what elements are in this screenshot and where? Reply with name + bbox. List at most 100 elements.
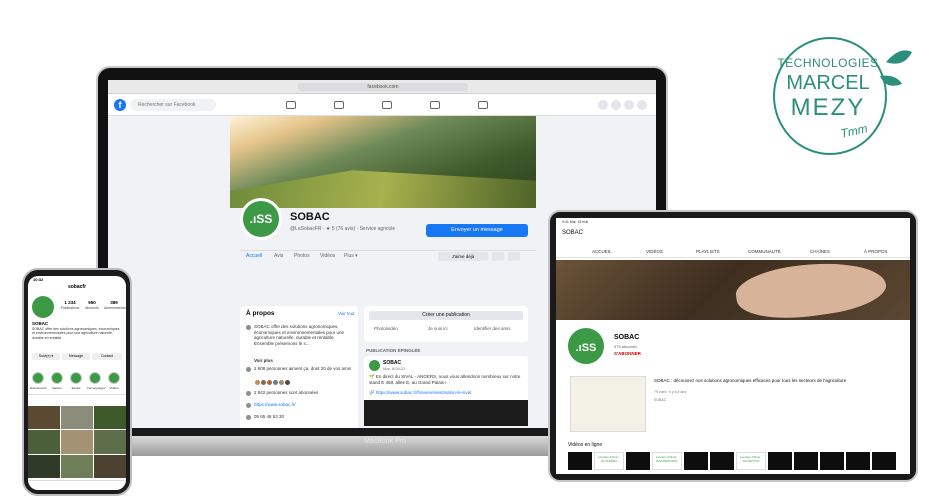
like-button[interactable]: J'aime déjà (438, 252, 488, 261)
about-see-all-link[interactable]: Voir tout (338, 311, 355, 316)
status-bar: 9:41 Mar. 18 mai (556, 218, 910, 226)
video-thumbnail[interactable] (872, 452, 896, 470)
video-thumbnail[interactable]: Lumière d'hiver : BACTÉRIOSOL (652, 452, 682, 470)
facebook-navbar: f Rechercher sur Facebook (108, 94, 656, 116)
facebook-logo-icon[interactable]: f (114, 99, 126, 111)
profile-avatar[interactable] (32, 296, 54, 318)
posts-count: 1 234 (64, 300, 76, 305)
profile-bio: SOBAC offre des solutions agronomiques, … (32, 327, 120, 340)
post-text: 🌱 En direct du SIVAL - ANGERS, nous vous… (369, 374, 521, 385)
video-thumbnail[interactable] (684, 452, 708, 470)
follow-button[interactable]: Suivi(e) ▾ (32, 353, 60, 360)
info-icon (246, 325, 251, 330)
tab-videos[interactable]: Vidéos (320, 253, 335, 259)
subscribe-button[interactable]: S'ABONNER (614, 351, 641, 356)
contact-button[interactable]: Contact (92, 353, 122, 360)
tab-reviews[interactable]: Avis (274, 253, 283, 259)
story-highlight[interactable] (32, 372, 44, 384)
tab-home[interactable]: ACCUEIL (592, 249, 612, 254)
browser-toolbar: facebook.com (108, 80, 656, 94)
pinned-post-label: PUBLICATION ÉPINGLÉE (366, 348, 421, 353)
watch-icon[interactable] (334, 101, 344, 109)
menu-icon[interactable] (598, 100, 608, 110)
channel-banner (556, 260, 910, 320)
video-thumbnail[interactable]: Lumière d'hiver : NUTRITION (736, 452, 766, 470)
channel-avatar[interactable]: .ıSS (566, 326, 606, 366)
tab-photos[interactable]: Photos (294, 253, 310, 259)
video-thumbnail[interactable] (626, 452, 650, 470)
tag-friends-action[interactable]: Identifier des amis (474, 326, 511, 331)
video-thumbnail[interactable] (568, 452, 592, 470)
video-thumbnail[interactable]: Lumière d'hiver : GLUTERRA (594, 452, 624, 470)
tab-more[interactable]: Plus ▾ (344, 253, 358, 259)
post-author-avatar[interactable] (369, 360, 380, 371)
story-highlight[interactable] (70, 372, 82, 384)
story-highlight-label: Témoignages (87, 386, 106, 390)
pinned-post: SOBAC Mar. 8:05:22 · 🌱 En direct du SIVA… (364, 356, 528, 426)
groups-icon[interactable] (430, 101, 440, 109)
story-highlight-label: Vidéos (109, 386, 119, 390)
followers-label: Abonnés (85, 306, 99, 310)
featured-video-thumbnail[interactable] (570, 376, 646, 432)
grid-photo[interactable] (61, 406, 93, 430)
photo-video-action[interactable]: Photo/vidéo (374, 326, 398, 331)
subscriber-count: 975 abonnés (614, 344, 638, 349)
video-thumbnail[interactable] (794, 452, 818, 470)
website-icon (246, 403, 251, 408)
grid-photo[interactable] (28, 454, 60, 478)
featured-video-title[interactable]: SOBAC : découvrez nos solutions agronomi… (654, 378, 894, 384)
video-thumbnail[interactable] (710, 452, 734, 470)
profile-name: SOBAC (32, 321, 49, 326)
grid-photo[interactable] (28, 406, 60, 430)
notifications-icon[interactable] (624, 100, 634, 110)
page-avatar[interactable]: .ıSS (240, 198, 282, 240)
check-in-action[interactable]: Je suis ici (428, 326, 448, 331)
story-highlight[interactable] (89, 372, 101, 384)
channel-name: SOBAC (614, 334, 640, 341)
video-thumbnail[interactable] (846, 452, 870, 470)
tab-channels[interactable]: CHAÎNES (810, 249, 830, 254)
search-page-button[interactable] (492, 252, 504, 261)
post-link[interactable]: 🔗 https://www.sobac.fr/fr/evenement/salo… (369, 390, 523, 396)
send-message-button[interactable]: Envoyer un message (426, 224, 528, 237)
search-input[interactable]: Rechercher sur Facebook (130, 99, 216, 111)
tab-about[interactable]: À PROPOS (864, 249, 888, 254)
followers-count[interactable]: 950 (82, 300, 102, 305)
tab-community[interactable]: COMMUNAUTÉ (748, 249, 781, 254)
video-thumbnail[interactable] (820, 452, 844, 470)
address-bar[interactable]: facebook.com (298, 83, 468, 91)
grid-photo[interactable] (94, 454, 126, 478)
featured-video-channel[interactable]: SOBAC (654, 398, 666, 402)
account-icon[interactable] (637, 100, 647, 110)
post-date: Mar. 8:05:22 · (383, 366, 408, 371)
grid-photo[interactable] (61, 430, 93, 454)
followers-icon (246, 391, 251, 396)
marketplace-icon[interactable] (382, 101, 392, 109)
grid-photo[interactable] (28, 430, 60, 454)
website-link[interactable]: https://www.sobac.fr/ (254, 402, 352, 408)
post-image[interactable] (364, 400, 528, 426)
following-count[interactable]: 389 (104, 300, 124, 305)
friend-avatar[interactable] (284, 379, 291, 386)
messenger-icon[interactable] (611, 100, 621, 110)
tab-playlists[interactable]: PLAYLISTS (696, 249, 720, 254)
tab-home[interactable]: Accueil (246, 253, 262, 259)
tab-videos[interactable]: VIDÉOS (646, 249, 663, 254)
laptop-model-label: MacBook Pro (363, 438, 407, 445)
page-title: SOBAC (290, 211, 330, 223)
story-highlight[interactable] (108, 372, 120, 384)
message-button[interactable]: Message (62, 353, 90, 360)
video-thumbnail[interactable] (768, 452, 792, 470)
grid-photo[interactable] (94, 430, 126, 454)
gaming-icon[interactable] (478, 101, 488, 109)
create-post-button[interactable]: Créer une publication (369, 311, 523, 320)
about-title: À propos (246, 310, 275, 317)
see-more-link[interactable]: Voir plus (254, 358, 352, 364)
home-icon[interactable] (286, 101, 296, 109)
grid-photo[interactable] (94, 406, 126, 430)
page-subtitle: @LaSobacFR · ★ 5 (76 avis) · Service agr… (290, 226, 396, 232)
grid-photo[interactable] (61, 454, 93, 478)
story-highlight[interactable] (51, 372, 63, 384)
more-options-button[interactable] (508, 252, 520, 261)
profile-tabs (28, 394, 126, 404)
